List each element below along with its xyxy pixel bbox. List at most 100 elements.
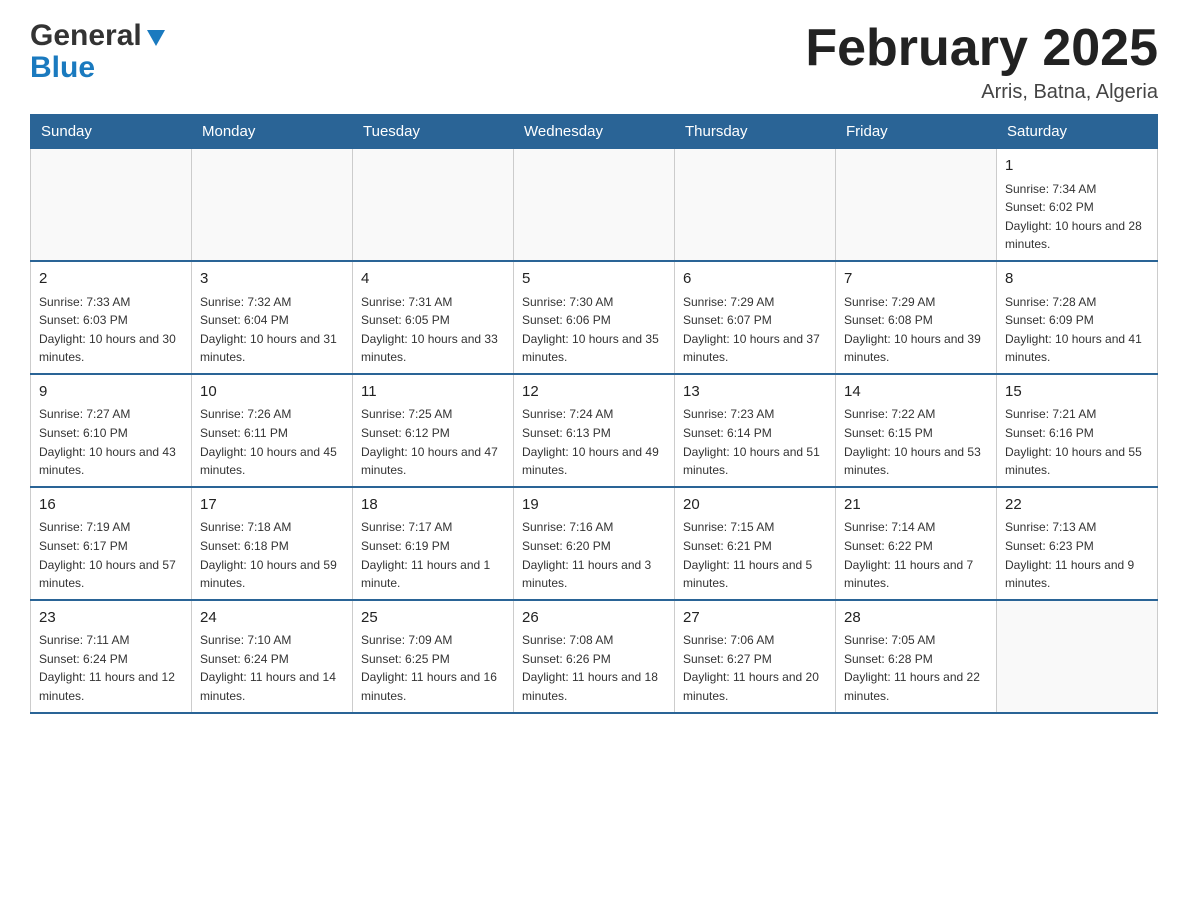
calendar-week-row: 2Sunrise: 7:33 AMSunset: 6:03 PMDaylight… [31, 261, 1158, 374]
title-block: February 2025 Arris, Batna, Algeria [805, 20, 1158, 104]
day-number: 5 [522, 268, 666, 291]
calendar-day-cell [836, 149, 997, 261]
calendar-day-cell: 11Sunrise: 7:25 AMSunset: 6:12 PMDayligh… [353, 374, 514, 487]
calendar-day-cell: 25Sunrise: 7:09 AMSunset: 6:25 PMDayligh… [353, 600, 514, 713]
calendar-day-cell: 22Sunrise: 7:13 AMSunset: 6:23 PMDayligh… [997, 487, 1158, 600]
day-info: Sunrise: 7:22 AMSunset: 6:15 PMDaylight:… [844, 405, 988, 479]
day-info: Sunrise: 7:25 AMSunset: 6:12 PMDaylight:… [361, 405, 505, 479]
day-info: Sunrise: 7:19 AMSunset: 6:17 PMDaylight:… [39, 518, 183, 592]
day-number: 21 [844, 494, 988, 517]
calendar-day-cell: 18Sunrise: 7:17 AMSunset: 6:19 PMDayligh… [353, 487, 514, 600]
day-of-week-header: Saturday [997, 115, 1158, 149]
day-info: Sunrise: 7:34 AMSunset: 6:02 PMDaylight:… [1005, 180, 1149, 254]
day-number: 27 [683, 607, 827, 630]
calendar-week-row: 23Sunrise: 7:11 AMSunset: 6:24 PMDayligh… [31, 600, 1158, 713]
calendar-day-cell: 27Sunrise: 7:06 AMSunset: 6:27 PMDayligh… [675, 600, 836, 713]
day-info: Sunrise: 7:30 AMSunset: 6:06 PMDaylight:… [522, 293, 666, 367]
day-of-week-header: Sunday [31, 115, 192, 149]
logo-triangle-icon [145, 26, 167, 48]
calendar-day-cell: 24Sunrise: 7:10 AMSunset: 6:24 PMDayligh… [192, 600, 353, 713]
day-info: Sunrise: 7:11 AMSunset: 6:24 PMDaylight:… [39, 631, 183, 705]
calendar-day-cell: 3Sunrise: 7:32 AMSunset: 6:04 PMDaylight… [192, 261, 353, 374]
day-info: Sunrise: 7:29 AMSunset: 6:08 PMDaylight:… [844, 293, 988, 367]
day-info: Sunrise: 7:18 AMSunset: 6:18 PMDaylight:… [200, 518, 344, 592]
day-number: 23 [39, 607, 183, 630]
calendar-day-cell: 15Sunrise: 7:21 AMSunset: 6:16 PMDayligh… [997, 374, 1158, 487]
day-number: 24 [200, 607, 344, 630]
calendar-day-cell: 28Sunrise: 7:05 AMSunset: 6:28 PMDayligh… [836, 600, 997, 713]
calendar-week-row: 16Sunrise: 7:19 AMSunset: 6:17 PMDayligh… [31, 487, 1158, 600]
day-info: Sunrise: 7:13 AMSunset: 6:23 PMDaylight:… [1005, 518, 1149, 592]
day-of-week-header: Monday [192, 115, 353, 149]
calendar-day-cell: 6Sunrise: 7:29 AMSunset: 6:07 PMDaylight… [675, 261, 836, 374]
day-number: 3 [200, 268, 344, 291]
calendar-week-row: 1Sunrise: 7:34 AMSunset: 6:02 PMDaylight… [31, 149, 1158, 261]
day-info: Sunrise: 7:23 AMSunset: 6:14 PMDaylight:… [683, 405, 827, 479]
page-header: General Blue February 2025 Arris, Batna,… [30, 20, 1158, 104]
day-info: Sunrise: 7:08 AMSunset: 6:26 PMDaylight:… [522, 631, 666, 705]
calendar-day-cell [997, 600, 1158, 713]
day-number: 11 [361, 381, 505, 404]
logo-blue-text: Blue [30, 51, 95, 84]
calendar-day-cell: 10Sunrise: 7:26 AMSunset: 6:11 PMDayligh… [192, 374, 353, 487]
calendar-day-cell: 23Sunrise: 7:11 AMSunset: 6:24 PMDayligh… [31, 600, 192, 713]
day-info: Sunrise: 7:16 AMSunset: 6:20 PMDaylight:… [522, 518, 666, 592]
day-info: Sunrise: 7:29 AMSunset: 6:07 PMDaylight:… [683, 293, 827, 367]
day-info: Sunrise: 7:24 AMSunset: 6:13 PMDaylight:… [522, 405, 666, 479]
calendar-day-cell: 26Sunrise: 7:08 AMSunset: 6:26 PMDayligh… [514, 600, 675, 713]
day-number: 28 [844, 607, 988, 630]
calendar-day-cell: 8Sunrise: 7:28 AMSunset: 6:09 PMDaylight… [997, 261, 1158, 374]
day-number: 9 [39, 381, 183, 404]
day-number: 10 [200, 381, 344, 404]
calendar-day-cell: 12Sunrise: 7:24 AMSunset: 6:13 PMDayligh… [514, 374, 675, 487]
calendar-day-cell [31, 149, 192, 261]
calendar-week-row: 9Sunrise: 7:27 AMSunset: 6:10 PMDaylight… [31, 374, 1158, 487]
calendar-day-cell [192, 149, 353, 261]
day-number: 26 [522, 607, 666, 630]
day-number: 17 [200, 494, 344, 517]
calendar-day-cell [675, 149, 836, 261]
calendar-day-cell [353, 149, 514, 261]
day-info: Sunrise: 7:21 AMSunset: 6:16 PMDaylight:… [1005, 405, 1149, 479]
calendar-day-cell: 14Sunrise: 7:22 AMSunset: 6:15 PMDayligh… [836, 374, 997, 487]
day-number: 22 [1005, 494, 1149, 517]
calendar-day-cell: 16Sunrise: 7:19 AMSunset: 6:17 PMDayligh… [31, 487, 192, 600]
day-number: 8 [1005, 268, 1149, 291]
day-info: Sunrise: 7:06 AMSunset: 6:27 PMDaylight:… [683, 631, 827, 705]
calendar-day-cell: 4Sunrise: 7:31 AMSunset: 6:05 PMDaylight… [353, 261, 514, 374]
day-number: 1 [1005, 155, 1149, 178]
logo: General Blue [30, 20, 167, 83]
calendar-day-cell: 1Sunrise: 7:34 AMSunset: 6:02 PMDaylight… [997, 149, 1158, 261]
calendar-day-cell [514, 149, 675, 261]
day-number: 16 [39, 494, 183, 517]
calendar-day-cell: 19Sunrise: 7:16 AMSunset: 6:20 PMDayligh… [514, 487, 675, 600]
calendar-day-cell: 13Sunrise: 7:23 AMSunset: 6:14 PMDayligh… [675, 374, 836, 487]
day-number: 13 [683, 381, 827, 404]
day-number: 18 [361, 494, 505, 517]
day-number: 20 [683, 494, 827, 517]
calendar-day-cell: 20Sunrise: 7:15 AMSunset: 6:21 PMDayligh… [675, 487, 836, 600]
calendar-header-row: SundayMondayTuesdayWednesdayThursdayFrid… [31, 115, 1158, 149]
calendar-day-cell: 17Sunrise: 7:18 AMSunset: 6:18 PMDayligh… [192, 487, 353, 600]
calendar-title: February 2025 [805, 20, 1158, 77]
day-number: 19 [522, 494, 666, 517]
day-info: Sunrise: 7:17 AMSunset: 6:19 PMDaylight:… [361, 518, 505, 592]
calendar-day-cell: 5Sunrise: 7:30 AMSunset: 6:06 PMDaylight… [514, 261, 675, 374]
day-number: 2 [39, 268, 183, 291]
day-info: Sunrise: 7:15 AMSunset: 6:21 PMDaylight:… [683, 518, 827, 592]
calendar-table: SundayMondayTuesdayWednesdayThursdayFrid… [30, 114, 1158, 713]
day-number: 15 [1005, 381, 1149, 404]
day-of-week-header: Wednesday [514, 115, 675, 149]
day-of-week-header: Friday [836, 115, 997, 149]
calendar-subtitle: Arris, Batna, Algeria [805, 81, 1158, 104]
calendar-day-cell: 2Sunrise: 7:33 AMSunset: 6:03 PMDaylight… [31, 261, 192, 374]
calendar-day-cell: 9Sunrise: 7:27 AMSunset: 6:10 PMDaylight… [31, 374, 192, 487]
day-number: 7 [844, 268, 988, 291]
day-of-week-header: Tuesday [353, 115, 514, 149]
calendar-day-cell: 7Sunrise: 7:29 AMSunset: 6:08 PMDaylight… [836, 261, 997, 374]
day-info: Sunrise: 7:28 AMSunset: 6:09 PMDaylight:… [1005, 293, 1149, 367]
day-info: Sunrise: 7:05 AMSunset: 6:28 PMDaylight:… [844, 631, 988, 705]
day-number: 6 [683, 268, 827, 291]
day-info: Sunrise: 7:31 AMSunset: 6:05 PMDaylight:… [361, 293, 505, 367]
day-info: Sunrise: 7:09 AMSunset: 6:25 PMDaylight:… [361, 631, 505, 705]
